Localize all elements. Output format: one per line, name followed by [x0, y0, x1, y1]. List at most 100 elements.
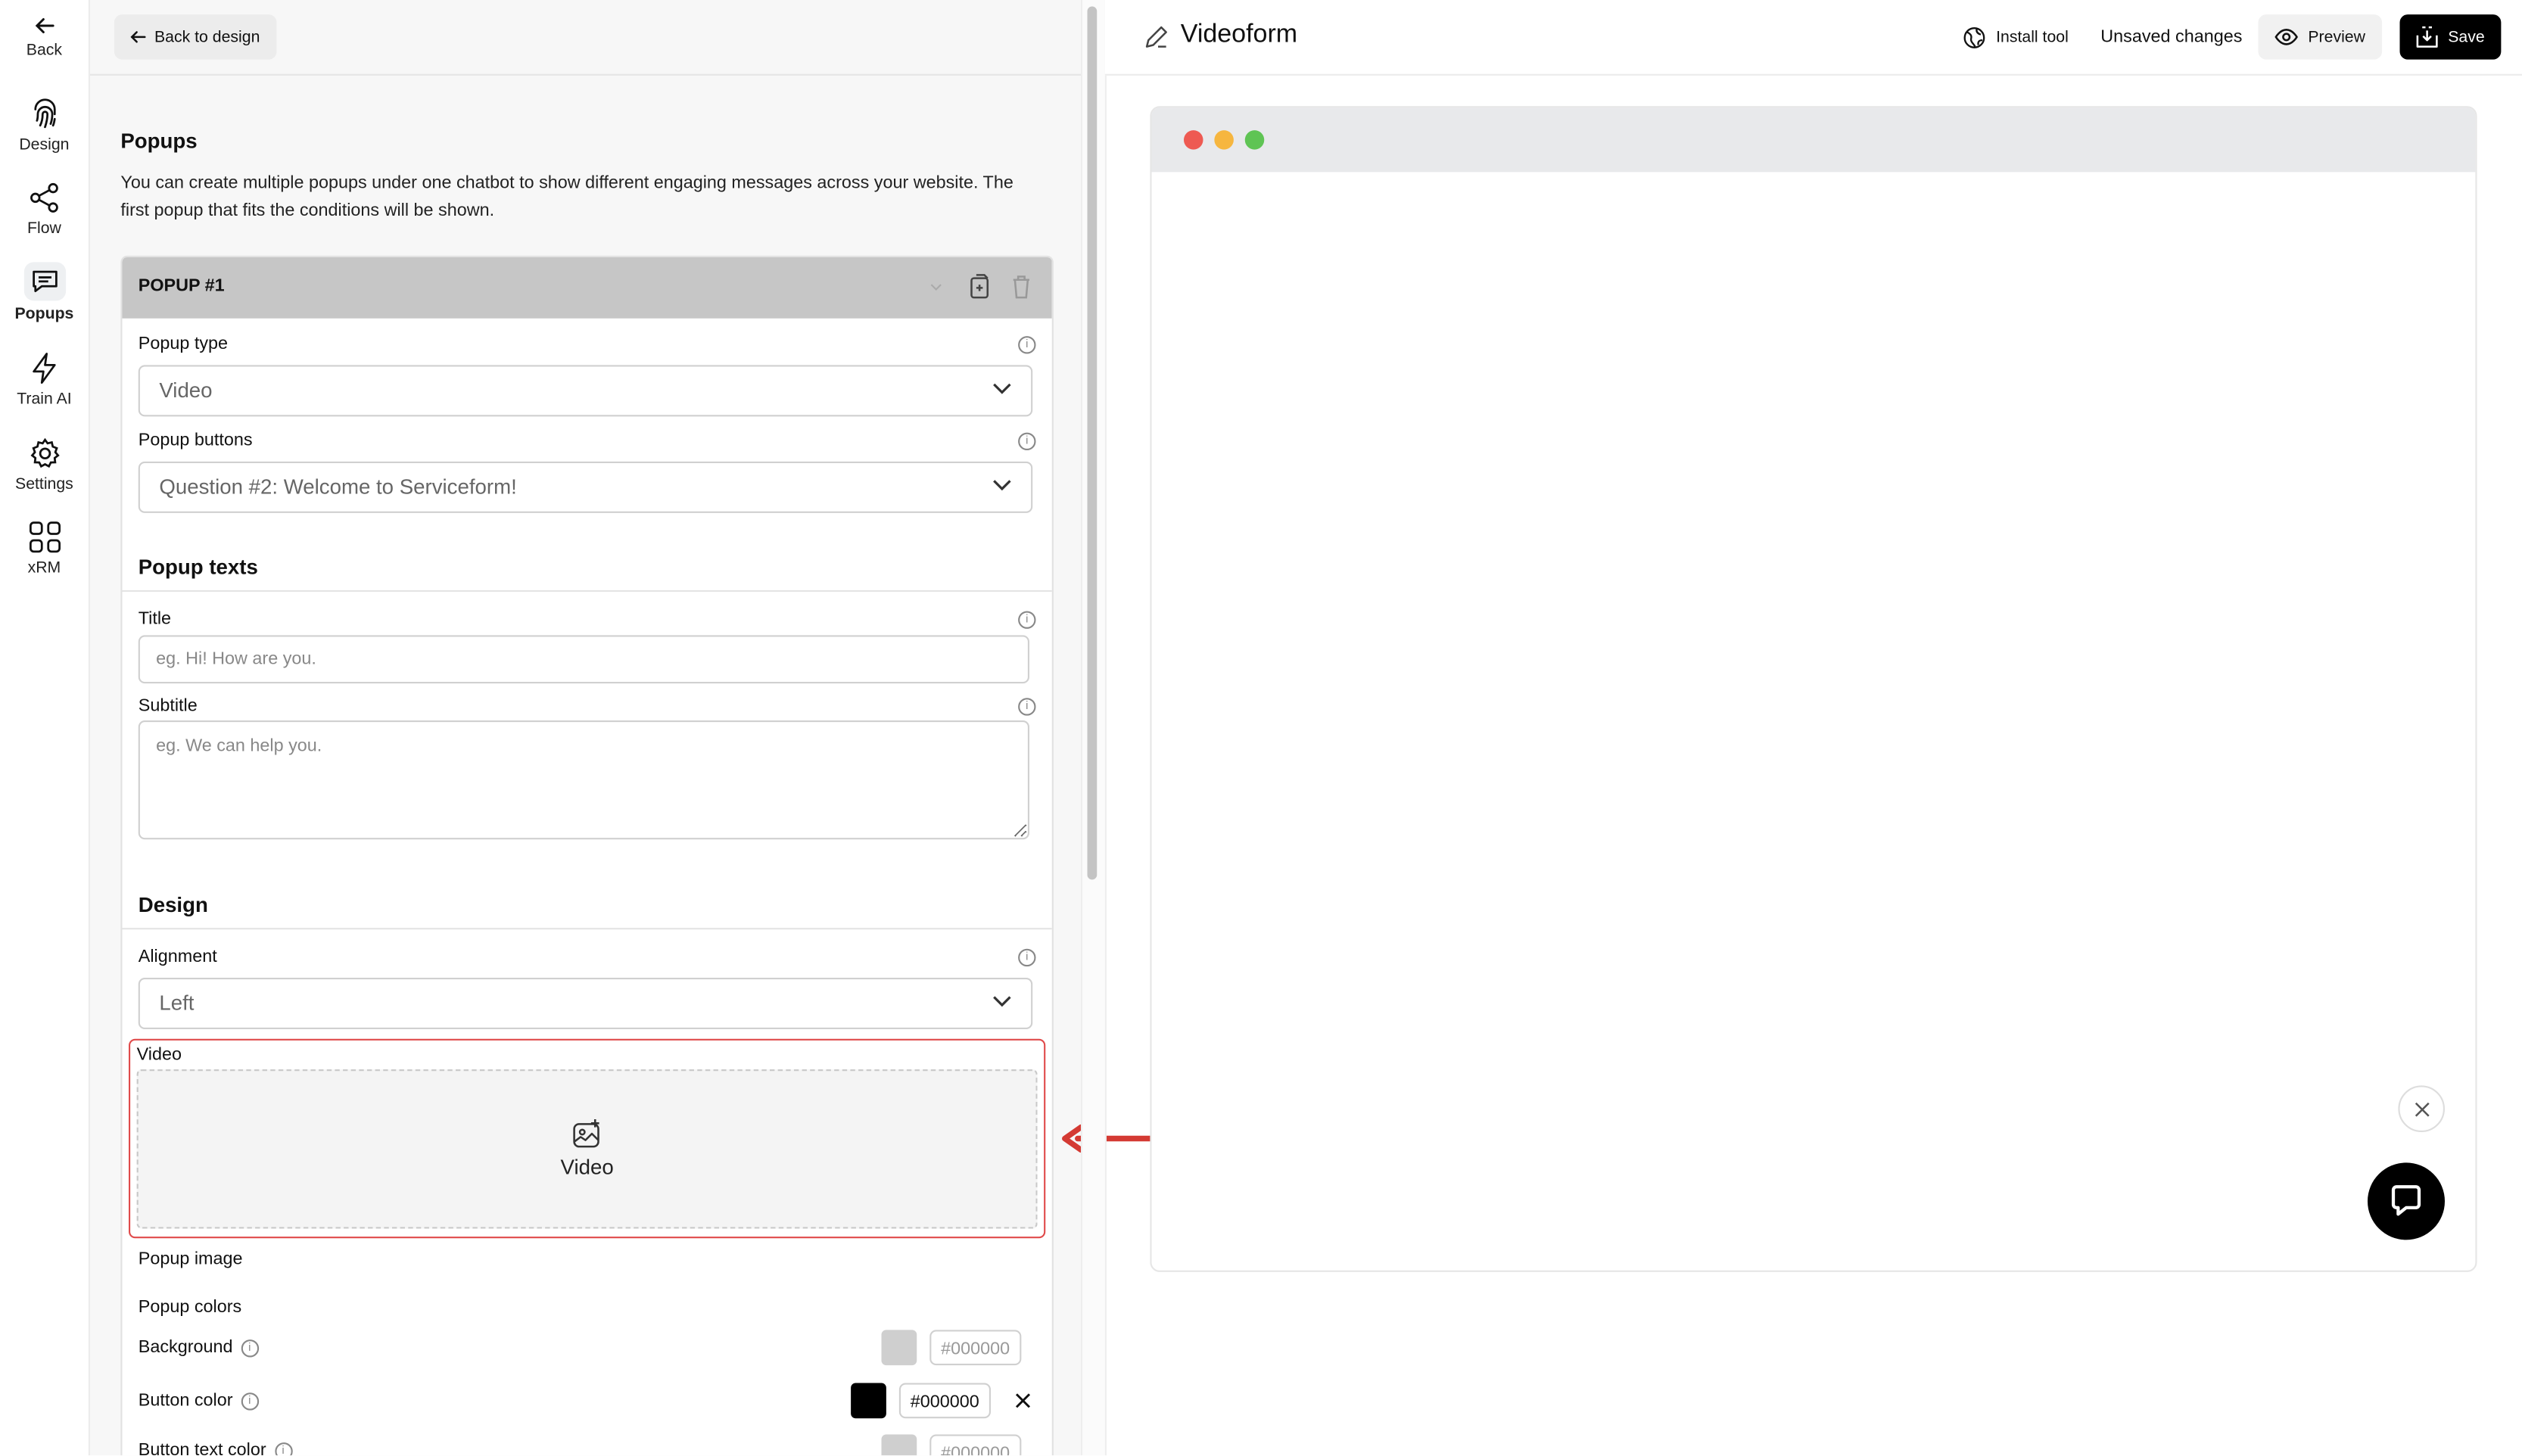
lightning-icon: [32, 353, 55, 384]
install-tool-button[interactable]: Install tool: [1963, 14, 2069, 60]
info-icon[interactable]: i: [1018, 432, 1036, 450]
info-icon[interactable]: i: [1018, 336, 1036, 354]
popup-type-value: Video: [159, 378, 213, 403]
rail-label-flow: Flow: [26, 220, 61, 238]
image-upload-icon: [573, 1119, 599, 1148]
preview-label: Preview: [2308, 28, 2365, 46]
chevron-down-icon: [993, 383, 1011, 394]
button-color-hex[interactable]: #000000: [898, 1383, 991, 1419]
rail-item-popups[interactable]: Popups: [0, 262, 89, 323]
popup-type-label: Popup type: [138, 334, 229, 354]
info-icon[interactable]: i: [1018, 948, 1036, 967]
editor-top-bar: Back to design: [90, 0, 1081, 76]
message-icon: [32, 270, 57, 293]
duplicate-icon[interactable]: [968, 273, 991, 299]
arrow-left-icon: [34, 18, 54, 33]
title-label: Title: [138, 609, 172, 629]
info-icon[interactable]: i: [1018, 698, 1036, 716]
rail-label-settings: Settings: [15, 476, 73, 494]
video-upload-dropzone[interactable]: Video: [136, 1069, 1038, 1229]
rail-label-train-ai: Train AI: [17, 390, 72, 409]
video-highlight-box: Video Video: [129, 1038, 1046, 1239]
page-title: Popups: [120, 129, 198, 153]
browser-titlebar: [1151, 107, 2476, 173]
gear-icon: [30, 437, 59, 468]
chevron-down-icon: [993, 996, 1011, 1007]
color-row-background: Background i: [139, 1338, 259, 1358]
button-text-color-hex[interactable]: #000000: [929, 1434, 1022, 1456]
popup-card-title: POPUP #1: [138, 276, 225, 297]
browser-preview: [1150, 106, 2477, 1272]
share-nodes-icon: [29, 182, 58, 213]
download-icon: [2416, 26, 2438, 48]
popup-image-label: Popup image: [138, 1249, 243, 1269]
button-text-color-label: Button text color: [138, 1441, 266, 1456]
popup-close-button[interactable]: [2398, 1085, 2445, 1132]
button-text-color-swatch[interactable]: [881, 1434, 917, 1456]
close-icon: [2414, 1101, 2429, 1116]
save-label: Save: [2448, 28, 2485, 46]
left-nav-rail: Back Design Flow Popups Train AI Setting…: [0, 0, 90, 1456]
alignment-label: Alignment: [138, 947, 217, 967]
globe-icon: [1963, 26, 1985, 48]
chat-launcher-button[interactable]: [2368, 1162, 2445, 1240]
rail-item-xrm[interactable]: xRM: [0, 519, 89, 577]
back-to-design-label: Back to design: [154, 28, 260, 46]
rail-item-settings[interactable]: Settings: [0, 436, 89, 494]
form-title[interactable]: Videoform: [1181, 21, 1297, 50]
popup-card: POPUP #1 Popup type i Video Popup button…: [120, 255, 1054, 1456]
rail-item-design[interactable]: Design: [0, 97, 89, 154]
rail-label-design: Design: [19, 136, 70, 154]
eye-icon: [2274, 29, 2298, 45]
background-color-swatch[interactable]: [881, 1330, 917, 1366]
subtitle-label: Subtitle: [138, 696, 198, 716]
info-icon[interactable]: i: [241, 1392, 259, 1410]
button-color-label: Button color: [138, 1391, 233, 1411]
design-heading: Design: [138, 892, 208, 917]
rail-item-flow[interactable]: Flow: [0, 180, 89, 238]
trash-icon[interactable]: [1010, 273, 1033, 299]
alignment-select[interactable]: Left: [138, 978, 1033, 1029]
rail-label-xrm: xRM: [27, 559, 61, 577]
fingerprint-icon: [33, 98, 55, 129]
popup-buttons-select[interactable]: Question #2: Welcome to Serviceform!: [138, 461, 1033, 513]
popup-texts-heading: Popup texts: [138, 555, 258, 579]
window-maximize-dot: [1244, 130, 1265, 150]
popup-card-header[interactable]: POPUP #1: [122, 257, 1052, 319]
info-icon[interactable]: i: [1018, 611, 1036, 629]
info-icon[interactable]: i: [274, 1442, 292, 1456]
preview-button[interactable]: Preview: [2258, 14, 2382, 60]
popup-buttons-label: Popup buttons: [138, 431, 253, 451]
alignment-value: Left: [159, 991, 195, 1015]
popup-editor-panel: Back to design Popups You can create mul…: [90, 0, 1081, 1456]
back-to-design-button[interactable]: Back to design: [114, 14, 276, 60]
rail-label-popups: Popups: [14, 305, 74, 324]
title-input[interactable]: [138, 635, 1029, 684]
button-color-swatch[interactable]: [851, 1383, 886, 1419]
chevron-down-icon[interactable]: [929, 283, 942, 293]
popup-type-select[interactable]: Video: [138, 365, 1033, 417]
window-minimize-dot: [1214, 130, 1234, 150]
subtitle-textarea[interactable]: [138, 720, 1029, 840]
background-color-hex[interactable]: #000000: [929, 1330, 1022, 1366]
edit-pen-icon[interactable]: [1144, 24, 1169, 50]
back-label: Back: [26, 42, 63, 60]
unsaved-changes-status: Unsaved changes: [2100, 14, 2242, 60]
scrollbar-thumb[interactable]: [1087, 6, 1098, 880]
divider: [122, 590, 1052, 592]
info-icon[interactable]: i: [241, 1339, 259, 1357]
save-button[interactable]: Save: [2399, 14, 2501, 60]
popups-description: You can create multiple popups under one…: [120, 173, 1013, 221]
chevron-down-icon: [993, 480, 1011, 491]
unsaved-changes-label: Unsaved changes: [2100, 27, 2243, 47]
video-dropzone-label: Video: [560, 1154, 614, 1179]
preview-top-bar: Videoform Install tool Unsaved changes P…: [1104, 0, 2522, 76]
rail-item-train-ai[interactable]: Train AI: [0, 350, 89, 409]
popup-buttons-value: Question #2: Welcome to Serviceform!: [159, 474, 517, 499]
back-button[interactable]: Back: [0, 14, 89, 60]
clear-icon[interactable]: [1015, 1392, 1031, 1408]
grid-icon: [28, 521, 60, 553]
arrow-left-icon: [130, 31, 146, 43]
color-row-button-text: Button text color i: [138, 1441, 292, 1456]
chat-bubble-icon: [2391, 1185, 2421, 1216]
